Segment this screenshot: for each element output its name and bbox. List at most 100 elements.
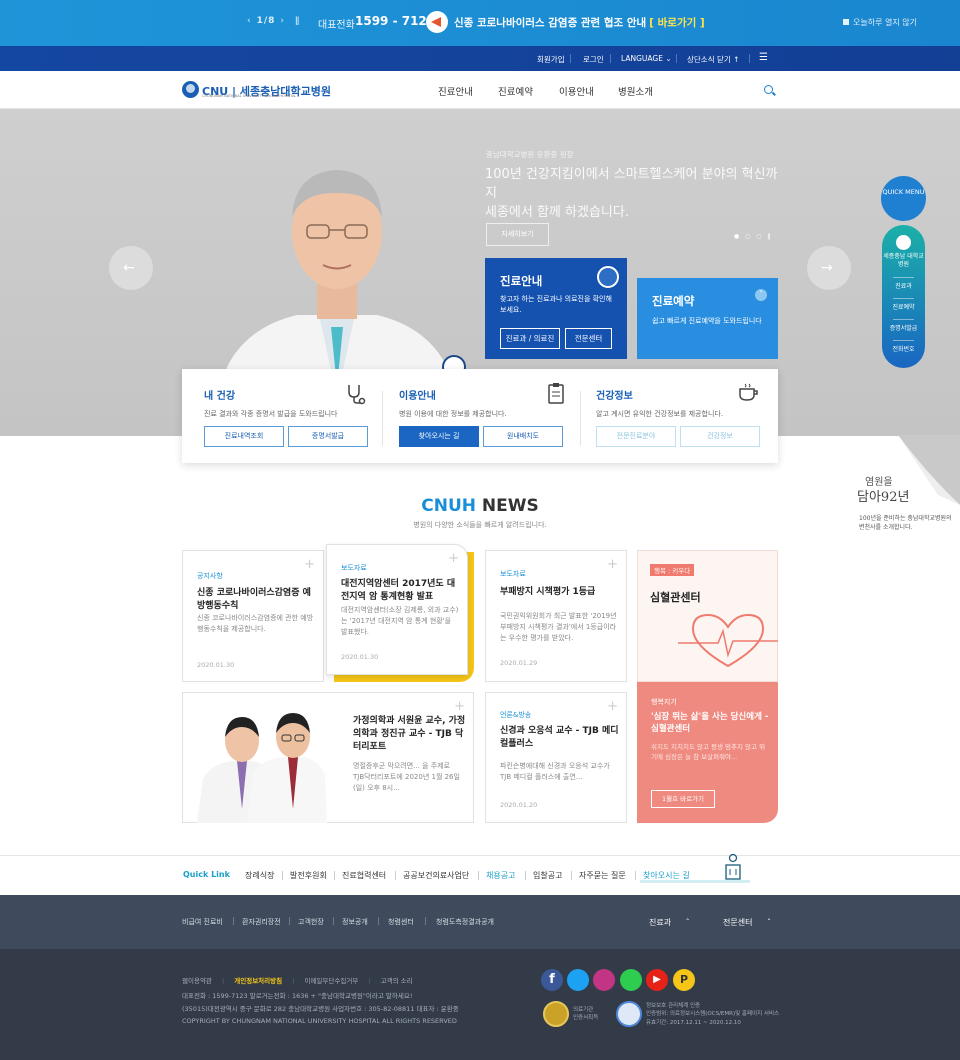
youtube-icon[interactable]: ▶ <box>646 969 668 991</box>
plus-icon[interactable]: + <box>448 551 459 566</box>
kakao-icon[interactable]: P <box>673 969 695 991</box>
building-location-icon[interactable] <box>722 853 744 881</box>
hamburger-menu-icon[interactable]: ☰ <box>759 52 768 63</box>
tel-number: 1599 - 7123 <box>355 14 436 28</box>
quick-link-faq[interactable]: 자주묻는 질문 <box>579 870 626 881</box>
quick-link-label: Quick Link <box>183 870 230 879</box>
treatment-history-button[interactable]: 진료내역조회 <box>204 426 284 447</box>
nav-item-about[interactable]: 병원소개 <box>618 84 653 98</box>
news-card[interactable]: + 가정의학과 서원윤 교수, 가정의학과 정진규 교수 - TJB 닥터리포트… <box>182 692 474 823</box>
quick-link-bid[interactable]: 입찰공고 <box>533 870 562 881</box>
line-icon[interactable] <box>620 969 642 991</box>
search-icon[interactable] <box>764 85 773 94</box>
next-icon[interactable]: › <box>280 16 285 26</box>
health-info-button[interactable]: 건강정보 <box>680 426 760 447</box>
dept-select[interactable]: 진료과 ˆ <box>649 917 690 928</box>
footer-links: 비급여 진료비 환자권리장전 고객헌장 정보공개 청렴센터 청렴도측정결과공개 … <box>0 895 960 949</box>
hero-more-button[interactable]: 자세히보기 <box>486 223 549 246</box>
footer-policy-links: 웹이용약관 | 개인정보처리방침 | 이메일무단수집거부 | 고객의 소리 <box>182 977 413 985</box>
login-link[interactable]: 로그인 <box>583 54 604 65</box>
arrow-right-icon: → <box>821 260 833 276</box>
quick-link-funeral[interactable]: 장례식장 <box>245 870 274 881</box>
quick-link-public-health[interactable]: 공공보건의료사업단 <box>403 870 469 881</box>
plus-icon[interactable]: + <box>607 557 618 572</box>
chevron-up-icon[interactable]: ˆ <box>755 289 767 301</box>
notice-message[interactable]: 신종 코로나바이러스 감염증 관련 협조 안내[ 바로가기 ] <box>454 15 705 30</box>
page: { "notice": { "pager": "1/8", "tel_label… <box>0 0 960 1060</box>
quick-item-dept[interactable]: 진료과 <box>882 283 925 291</box>
news-card[interactable]: + 언론&방송 신경과 오응석 교수 - TJB 메디컬플러스 파킨슨병에대해 … <box>485 692 627 823</box>
floor-map-button[interactable]: 원내배치도 <box>483 426 563 447</box>
quick-link-cooperation[interactable]: 진료협력센터 <box>342 870 386 881</box>
news-card[interactable]: + 공지사항 신종 코로나바이러스감염증 예방행동수칙 신종 코로나바이러스감염… <box>182 550 324 682</box>
stethoscope-icon <box>348 385 366 405</box>
nav-item-guide[interactable]: 이용안내 <box>559 84 594 98</box>
my-health-title: 내 건강 <box>204 391 236 402</box>
directions-button[interactable]: 찾아오시는 길 <box>399 426 479 447</box>
reservation-card[interactable]: 진료예약 ˆ 쉽고 빠르게 진료예약을 도와드립니다 <box>637 278 778 359</box>
hero-pagination[interactable]: ● ○ ○ ǁ <box>734 233 772 240</box>
quick-link-bar: Quick Link 장례식장 발전후원회 진료협력센터 공공보건의료사업단 채… <box>0 853 960 895</box>
quick-item-reservation[interactable]: 진료예약 <box>882 304 925 312</box>
quick-item-hospital[interactable]: 세종충남 대학교병원 <box>882 253 925 270</box>
quick-item-certificate[interactable]: 증명서발급 <box>882 325 925 333</box>
happy-keeper-card[interactable]: 행복지기 '심장 뛰는 삶'을 사는 당신에게 - 심혈관센터 쉬지도 지치지도… <box>637 682 778 823</box>
my-health-section: 내 건강 진료 결과와 각종 증명서 발급을 도와드립니다 진료내역조회 증명서… <box>182 369 380 463</box>
footer-link-disclosure[interactable]: 정보공개 <box>342 917 368 927</box>
quick-link-donation[interactable]: 발전후원회 <box>290 870 327 881</box>
health-info-section: 건강정보 알고 계시면 유익한 건강정보를 제공합니다. 전문진료분야 건강정보 <box>580 369 778 463</box>
join-link[interactable]: 회원가입 <box>537 54 565 65</box>
guide-section: 이용안내 병원 이용에 대한 정보를 제공합니다. 찾아오시는 길 원내배치도 <box>382 369 580 463</box>
reservation-title: 진료예약 <box>652 294 695 308</box>
special-center-button[interactable]: 전문센터 <box>565 328 612 349</box>
footer-info: 웹이용약관 | 개인정보처리방침 | 이메일무단수집거부 | 고객의 소리 대표… <box>0 949 960 1060</box>
cardio-title: 심혈관센터 <box>650 591 701 604</box>
footer-link-noncovered[interactable]: 비급여 진료비 <box>182 917 223 927</box>
notice-pager[interactable]: ‹ 1/8 › ǁ <box>242 16 305 26</box>
health-info-desc: 알고 계시면 유익한 건강정보를 제공합니다. <box>596 410 724 418</box>
news-subtitle: 병원의 다양한 소식들을 빠르게 알려드립니다. <box>413 521 547 529</box>
cardio-center-card[interactable]: 행복 : 키우다 심혈관센터 <box>637 550 778 682</box>
dept-doctor-button[interactable]: 진료과 / 의료진 <box>500 328 560 349</box>
footer-link-integrity-result[interactable]: 청렴도측정결과공개 <box>436 917 494 927</box>
quick-item-phone[interactable]: 전화번호 <box>882 346 925 354</box>
close-top-news[interactable]: 상단소식 닫기 ↑ <box>687 54 739 65</box>
voice-link[interactable]: 고객의 소리 <box>381 977 413 985</box>
plus-icon[interactable]: + <box>304 557 315 572</box>
specialty-button[interactable]: 전문진료분야 <box>596 426 676 447</box>
footer-link-integrity[interactable]: 청렴센터 <box>388 917 414 927</box>
privacy-link[interactable]: 개인정보처리방침 <box>234 977 282 985</box>
twitter-icon[interactable] <box>567 969 589 991</box>
quick-link-recruit[interactable]: 채용공고 <box>486 870 515 881</box>
terms-link[interactable]: 웹이용약관 <box>182 977 212 985</box>
issue-link-button[interactable]: 1월호 바로가기 <box>651 790 715 808</box>
email-refuse-link[interactable]: 이메일무단수집거부 <box>304 977 358 985</box>
footer-copyright: COPYRIGHT BY CHUNGNAM NATIONAL UNIVERSIT… <box>182 1017 457 1025</box>
quick-menu-toggle[interactable]: QUICK MENU <box>881 176 926 221</box>
nav-item-care-info[interactable]: 진료안내 <box>438 84 473 98</box>
notice-close[interactable]: 오늘하루 열지 않기 <box>843 17 917 28</box>
instagram-icon[interactable] <box>593 969 615 991</box>
pause-icon[interactable]: ǁ <box>295 16 300 26</box>
facebook-icon[interactable]: f <box>541 969 563 991</box>
language-select[interactable]: LANGUAGE ⌄ <box>621 54 672 63</box>
hero-prev-arrow[interactable]: ← <box>109 246 153 290</box>
notice-link[interactable]: [ 바로가기 ] <box>649 17 705 29</box>
news-card[interactable]: + 보도자료 대전지역암센터 2017년도 대전지역 암 통계현황 발표 대전지… <box>326 544 468 675</box>
arrow-left-icon: ← <box>123 260 135 276</box>
footer-link-rights[interactable]: 환자권리장전 <box>242 917 281 927</box>
footer-link-charter[interactable]: 고객헌장 <box>298 917 324 927</box>
plus-icon[interactable]: + <box>607 699 618 714</box>
center-select[interactable]: 전문센터 ˆ <box>723 917 771 928</box>
main-nav: CNU | 세종충남대학교병원 CHUNGNAM NATIONAL UNIVER… <box>0 71 960 109</box>
isms-cert-badge <box>616 1001 642 1027</box>
hero-next-arrow[interactable]: → <box>807 246 851 290</box>
nav-item-reservation[interactable]: 진료예약 <box>498 84 533 98</box>
prev-icon[interactable]: ‹ <box>247 16 252 26</box>
coffee-icon <box>739 383 758 401</box>
reservation-desc: 쉽고 빠르게 진료예약을 도와드립니다 <box>652 317 762 325</box>
news-card[interactable]: + 보도자료 부패방지 시책평가 1등급 국민권익위원회가 최근 발표한 '20… <box>485 550 627 682</box>
plus-icon[interactable]: + <box>454 699 465 714</box>
certificate-button[interactable]: 증명서발급 <box>288 426 368 447</box>
hero-quote: 100년 건강지킴이에서 스마트헬스케어 분야의 혁신까지 세종에서 함께 하겠습… <box>485 167 778 220</box>
